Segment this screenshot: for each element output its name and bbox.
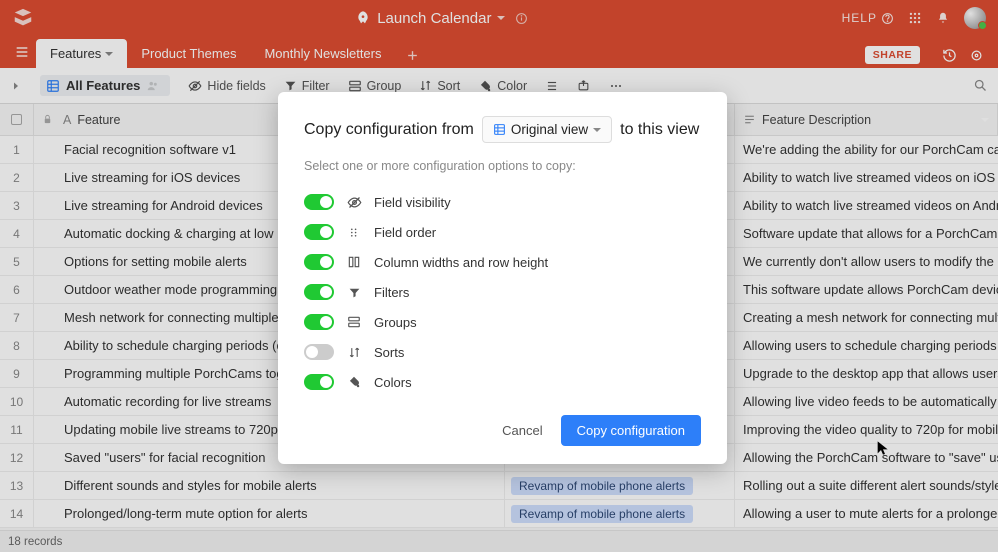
toggle-switch[interactable]: [304, 314, 334, 330]
modal-subtitle: Select one or more configuration options…: [304, 159, 701, 173]
option-label: Column widths and row height: [374, 255, 548, 270]
option-label: Colors: [374, 375, 412, 390]
toggle-switch[interactable]: [304, 284, 334, 300]
config-option: Sorts: [304, 337, 701, 367]
grid-icon: [493, 123, 506, 136]
config-option: Field visibility: [304, 187, 701, 217]
sort-icon: [346, 346, 362, 359]
option-label: Filters: [374, 285, 409, 300]
toggle-switch[interactable]: [304, 224, 334, 240]
toggle-switch[interactable]: [304, 344, 334, 360]
option-label: Groups: [374, 315, 417, 330]
group-icon: [346, 315, 362, 329]
source-view-select[interactable]: Original view: [482, 116, 612, 143]
widths-icon: [346, 255, 362, 269]
option-label: Sorts: [374, 345, 404, 360]
cancel-button[interactable]: Cancel: [502, 423, 542, 438]
modal-title-post: to this view: [620, 121, 699, 139]
config-option: Column widths and row height: [304, 247, 701, 277]
toggle-switch[interactable]: [304, 194, 334, 210]
config-option: Filters: [304, 277, 701, 307]
option-label: Field order: [374, 225, 436, 240]
config-option: Field order: [304, 217, 701, 247]
chevron-down-icon: [593, 128, 601, 132]
copy-config-modal: Copy configuration from Original view to…: [278, 92, 727, 464]
config-option: Groups: [304, 307, 701, 337]
filter-icon: [346, 286, 362, 299]
copy-configuration-button[interactable]: Copy configuration: [561, 415, 701, 446]
modal-title-pre: Copy configuration from: [304, 121, 474, 139]
toggle-switch[interactable]: [304, 374, 334, 390]
option-label: Field visibility: [374, 195, 451, 210]
order-icon: [346, 226, 362, 239]
toggle-switch[interactable]: [304, 254, 334, 270]
config-option: Colors: [304, 367, 701, 397]
color-icon: [346, 375, 362, 389]
visibility-icon: [346, 195, 362, 210]
